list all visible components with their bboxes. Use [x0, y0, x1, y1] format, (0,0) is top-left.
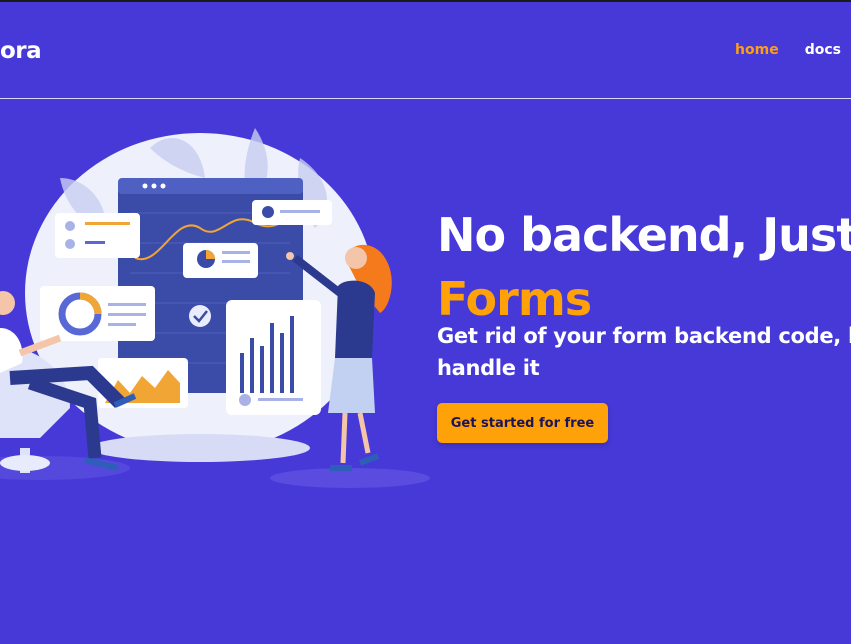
hero-subtitle-line2: handle it	[437, 356, 540, 380]
hero-title: No backend, Just Forms	[437, 203, 851, 331]
hero-subtitle-line1: Get rid of your form backend code, l	[437, 324, 851, 348]
hero-title-line1: No backend, Just	[437, 207, 851, 262]
hero-subtitle: Get rid of your form backend code, l han…	[437, 320, 851, 384]
nav-links: home docs	[735, 42, 841, 58]
nav-link-home[interactable]: home	[735, 42, 779, 58]
brand-logo-text[interactable]: ora	[0, 38, 42, 64]
get-started-button[interactable]: Get started for free	[437, 403, 608, 443]
nav-link-docs[interactable]: docs	[805, 42, 841, 58]
analytics-illustration-image	[0, 128, 430, 488]
navbar: ora home docs	[0, 2, 851, 99]
hero-illustration	[0, 118, 440, 498]
